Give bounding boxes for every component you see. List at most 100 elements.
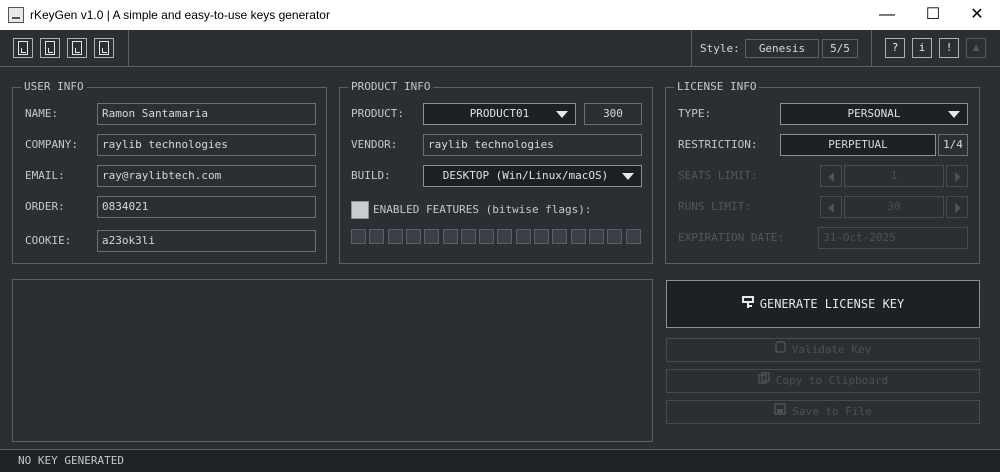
feature-flag-toggle[interactable] bbox=[588, 229, 604, 244]
build-label: BUILD: bbox=[351, 169, 391, 182]
warning-icon: ! bbox=[945, 41, 953, 54]
load-file-icon bbox=[45, 41, 55, 55]
restriction-index[interactable]: 1/4 bbox=[938, 134, 968, 156]
feature-flag-toggle[interactable] bbox=[369, 229, 385, 244]
license-type-dropdown[interactable]: PERSONAL bbox=[780, 103, 968, 125]
generate-label: GENERATE LICENSE KEY bbox=[759, 297, 905, 311]
file-tools-group bbox=[0, 30, 129, 67]
feature-flag-toggle[interactable] bbox=[460, 229, 476, 244]
user-button[interactable]: ♟ bbox=[966, 38, 986, 58]
product-info-title: PRODUCT INFO bbox=[348, 81, 434, 93]
type-label: TYPE: bbox=[678, 107, 712, 120]
email-label: EMAIL: bbox=[25, 169, 65, 182]
app-icon bbox=[8, 7, 24, 23]
chevron-left-icon bbox=[828, 203, 834, 213]
feature-flag-toggle[interactable] bbox=[497, 229, 513, 244]
chevron-left-icon bbox=[828, 172, 834, 182]
copy-label: Copy to Clipboard bbox=[775, 374, 889, 387]
runs-increment-button[interactable] bbox=[946, 196, 968, 218]
info-icon: i bbox=[918, 41, 926, 54]
order-input[interactable]: 0834021 bbox=[97, 196, 316, 218]
copy-to-clipboard-button[interactable]: Copy to Clipboard bbox=[666, 369, 980, 393]
user-icon: ♟ bbox=[972, 41, 980, 54]
new-file-button[interactable] bbox=[13, 38, 33, 58]
status-bar: NO KEY GENERATED bbox=[0, 449, 1000, 472]
cookie-label: COOKIE: bbox=[25, 234, 72, 247]
build-dropdown[interactable]: DESKTOP (Win/Linux/macOS) bbox=[423, 165, 642, 187]
email-input[interactable]: ray@raylibtech.com bbox=[97, 165, 316, 187]
maximize-button[interactable]: ☐ bbox=[910, 0, 956, 30]
chevron-right-icon bbox=[955, 203, 961, 213]
load-file-button[interactable] bbox=[40, 38, 60, 58]
company-input[interactable]: raylib technologies bbox=[97, 134, 316, 156]
feature-flag-toggle[interactable] bbox=[552, 229, 568, 244]
feature-flag-toggle[interactable] bbox=[442, 229, 458, 244]
validate-key-button[interactable]: Validate Key bbox=[666, 338, 980, 362]
feature-flag-toggle[interactable] bbox=[424, 229, 440, 244]
feature-flag-toggle[interactable] bbox=[479, 229, 495, 244]
enabled-features-checkbox[interactable] bbox=[351, 201, 369, 219]
product-number-input[interactable]: 300 bbox=[584, 103, 642, 125]
feature-flag-toggle[interactable] bbox=[607, 229, 623, 244]
cookie-input[interactable]: a23ok3li bbox=[97, 230, 316, 252]
seats-limit-input[interactable]: 1 bbox=[844, 165, 944, 187]
warning-button[interactable]: ! bbox=[939, 38, 959, 58]
company-label: COMPANY: bbox=[25, 138, 78, 151]
feature-flag-toggle[interactable] bbox=[405, 229, 421, 244]
expiration-date-label: EXPIRATION DATE: bbox=[678, 231, 784, 244]
feature-flag-toggle[interactable] bbox=[515, 229, 531, 244]
expiration-date-input[interactable]: 31-Oct-2025 bbox=[818, 227, 968, 249]
save-to-file-button[interactable]: Save to File bbox=[666, 400, 980, 424]
help-button[interactable]: ? bbox=[885, 38, 905, 58]
chevron-down-icon bbox=[622, 173, 634, 180]
build-dropdown-value: DESKTOP (Win/Linux/macOS) bbox=[442, 169, 609, 182]
minimize-button[interactable]: — bbox=[864, 0, 910, 30]
runs-decrement-button[interactable] bbox=[820, 196, 842, 218]
license-type-value: PERSONAL bbox=[847, 107, 901, 120]
close-button[interactable]: ✕ bbox=[954, 0, 1000, 30]
key-icon bbox=[741, 282, 754, 328]
save-icon bbox=[774, 401, 786, 423]
style-index[interactable]: 5/5 bbox=[822, 39, 858, 58]
user-info-title: USER INFO bbox=[21, 81, 87, 93]
restriction-selector[interactable]: PERPETUAL bbox=[780, 134, 936, 156]
product-label: PRODUCT: bbox=[351, 107, 404, 120]
feature-flag-toggle[interactable] bbox=[387, 229, 403, 244]
validate-label: Validate Key bbox=[791, 343, 872, 356]
vendor-input[interactable]: raylib technologies bbox=[423, 134, 642, 156]
license-key-output[interactable] bbox=[12, 279, 653, 442]
order-label: ORDER: bbox=[25, 200, 65, 213]
chevron-right-icon bbox=[955, 172, 961, 182]
save-file-icon bbox=[72, 41, 82, 55]
feature-flag-toggle[interactable] bbox=[625, 229, 641, 244]
info-button[interactable]: i bbox=[912, 38, 932, 58]
toolbar: Style: Genesis 5/5 ? i ! ♟ bbox=[0, 30, 1000, 67]
license-info-title: LICENSE INFO bbox=[674, 81, 760, 93]
seats-increment-button[interactable] bbox=[946, 165, 968, 187]
product-dropdown-value: PRODUCT01 bbox=[469, 107, 530, 120]
restriction-label: RESTRICTION: bbox=[678, 138, 758, 151]
copy-icon bbox=[757, 370, 770, 392]
enabled-features-label: ENABLED FEATURES (bitwise flags): bbox=[373, 203, 592, 216]
feature-flag-toggle[interactable] bbox=[534, 229, 549, 244]
feature-flag-toggle[interactable] bbox=[351, 229, 366, 244]
runs-limit-label: RUNS LIMIT: bbox=[678, 200, 751, 213]
title-bar: rKeyGen v1.0 | A simple and easy-to-use … bbox=[0, 0, 1000, 30]
save-file-button[interactable] bbox=[67, 38, 87, 58]
style-selector[interactable]: Genesis bbox=[745, 39, 819, 58]
product-dropdown[interactable]: PRODUCT01 bbox=[423, 103, 576, 125]
window-title: rKeyGen v1.0 | A simple and easy-to-use … bbox=[30, 8, 330, 22]
name-label: NAME: bbox=[25, 107, 59, 120]
chevron-down-icon bbox=[948, 111, 960, 118]
vendor-label: VENDOR: bbox=[351, 138, 398, 151]
save-label: Save to File bbox=[792, 405, 872, 418]
seats-limit-label: SEATS LIMIT: bbox=[678, 169, 758, 182]
runs-limit-input[interactable]: 30 bbox=[844, 196, 944, 218]
generate-license-key-button[interactable]: GENERATE LICENSE KEY bbox=[666, 280, 980, 328]
seats-decrement-button[interactable] bbox=[820, 165, 842, 187]
style-label: Style: bbox=[700, 42, 740, 55]
validate-icon bbox=[775, 339, 786, 361]
name-input[interactable]: Ramon Santamaria bbox=[97, 103, 316, 125]
feature-flag-toggle[interactable] bbox=[570, 229, 586, 244]
export-file-button[interactable] bbox=[94, 38, 114, 58]
